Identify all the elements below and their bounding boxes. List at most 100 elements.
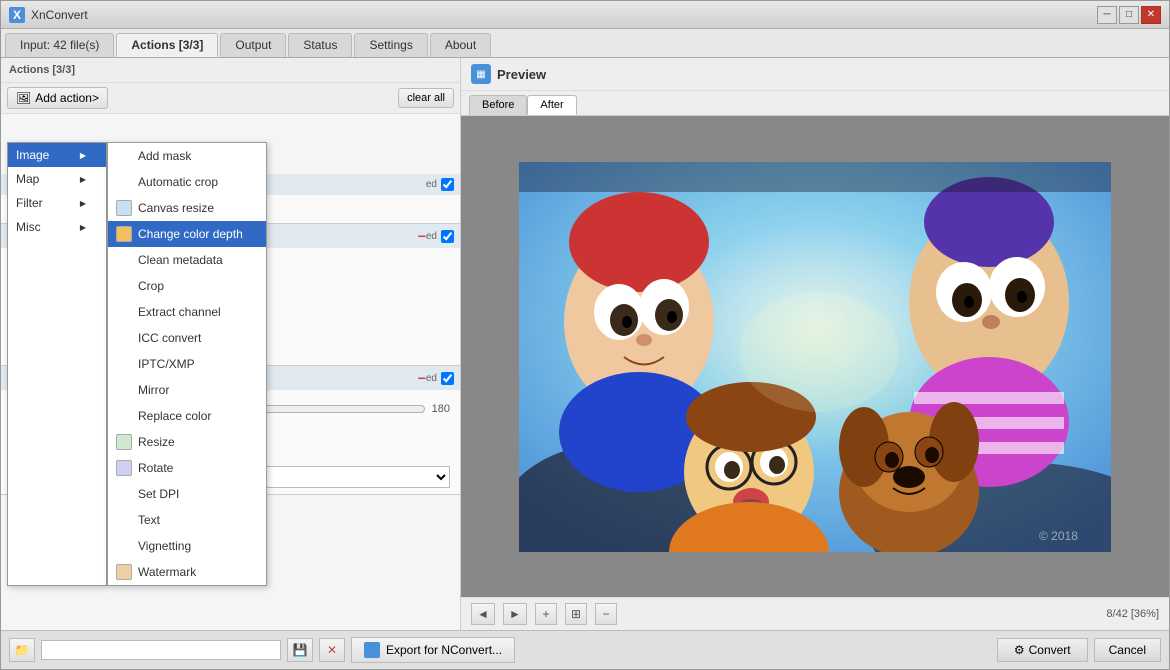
- menu-item-image[interactable]: Image ▶: [8, 143, 106, 167]
- tab-status[interactable]: Status: [288, 33, 352, 57]
- menu-item-map[interactable]: Map ▶: [8, 167, 106, 191]
- prev-image-button[interactable]: ◄: [471, 603, 495, 625]
- export-button[interactable]: Export for NConvert...: [351, 637, 515, 663]
- tab-settings[interactable]: Settings: [354, 33, 427, 57]
- menu-item-vignetting[interactable]: Vignetting: [108, 533, 266, 559]
- rotate-checkbox[interactable]: [441, 372, 454, 385]
- maximize-button[interactable]: □: [1119, 6, 1139, 24]
- svg-text:© 2018: © 2018: [1039, 529, 1078, 543]
- preview-toolbar: ◄ ► + ⊞ − 8/42 [36%]: [461, 597, 1169, 630]
- menu-item-clean-metadata[interactable]: Clean metadata: [108, 247, 266, 273]
- rotate-remove[interactable]: −: [418, 370, 426, 386]
- add-action-button[interactable]: 🖼 Add action>: [7, 87, 108, 109]
- minimize-button[interactable]: ─: [1097, 6, 1117, 24]
- export-label: Export for NConvert...: [386, 643, 502, 657]
- menu-icon-placeholder3: [116, 252, 132, 268]
- menu-item-automatic-crop[interactable]: Automatic crop: [108, 169, 266, 195]
- main-area: Actions [3/3] 🖼 Add action> clear all Im…: [1, 58, 1169, 630]
- preview-icon: ▦: [471, 64, 491, 84]
- menu-item-text[interactable]: Text: [108, 507, 266, 533]
- menu-item-crop[interactable]: Crop: [108, 273, 266, 299]
- preview-tab-before[interactable]: Before: [469, 95, 527, 115]
- menu-icon-placeholder4: [116, 278, 132, 294]
- main-window: X XnConvert ─ □ ✕ Input: 42 file(s) Acti…: [0, 0, 1170, 670]
- menu-item-change-color-depth[interactable]: Change color depth: [108, 221, 266, 247]
- menu-item-misc[interactable]: Misc ▶: [8, 215, 106, 239]
- actions-toolbar: 🖼 Add action> clear all: [1, 83, 460, 114]
- prev-icon: ◄: [477, 607, 489, 621]
- app-icon: X: [9, 7, 25, 23]
- next-icon: ►: [509, 607, 521, 621]
- open-folder-button[interactable]: 📁: [9, 638, 35, 662]
- tab-about[interactable]: About: [430, 33, 491, 57]
- delete-icon: ✕: [327, 643, 337, 657]
- menu-icon-placeholder6: [116, 330, 132, 346]
- tab-actions[interactable]: Actions [3/3]: [116, 33, 218, 57]
- save-icon: 💾: [293, 643, 308, 657]
- convert-icon: ⚙: [1014, 643, 1025, 657]
- preview-info: 8/42 [36%]: [1106, 608, 1159, 620]
- menu-icon-placeholder10: [116, 486, 132, 502]
- preview-tab-after[interactable]: After: [527, 95, 576, 115]
- tab-output[interactable]: Output: [220, 33, 286, 57]
- submenu-arrow-map: ▶: [80, 175, 86, 184]
- right-panel: ▦ Preview Before After: [461, 58, 1169, 630]
- menu-item-mirror[interactable]: Mirror: [108, 377, 266, 403]
- rotate-max-value: 180: [432, 403, 450, 415]
- convert-button[interactable]: ⚙ Convert: [997, 638, 1088, 662]
- menu-icon-placeholder12: [116, 538, 132, 554]
- dropdown-menu: Image ▶ Map ▶ Filter ▶ Misc ▶: [7, 142, 267, 586]
- submenu-arrow-misc: ▶: [80, 223, 86, 232]
- menu-icon-placeholder7: [116, 356, 132, 372]
- close-button[interactable]: ✕: [1141, 6, 1161, 24]
- color-depth-icon: [116, 226, 132, 242]
- zoom-in-icon: +: [542, 607, 549, 621]
- clean-metadata-enabled: ed: [426, 230, 454, 243]
- rotate-enabled: ed: [426, 372, 454, 385]
- dropdown-level1: Image ▶ Map ▶ Filter ▶ Misc ▶: [7, 142, 107, 586]
- menu-item-filter[interactable]: Filter ▶: [8, 191, 106, 215]
- automati-checkbox[interactable]: [441, 178, 454, 191]
- zoom-in-button[interactable]: +: [535, 603, 557, 625]
- watermark-icon: [116, 564, 132, 580]
- clear-all-button[interactable]: clear all: [398, 88, 454, 108]
- dropdown-level2: Add mask Automatic crop Canvas resize Ch…: [107, 142, 267, 586]
- menu-item-canvas-resize[interactable]: Canvas resize: [108, 195, 266, 221]
- preview-image: © 2018: [519, 162, 1111, 552]
- resize-icon: [116, 434, 132, 450]
- menu-icon-placeholder5: [116, 304, 132, 320]
- path-input[interactable]: [41, 640, 281, 660]
- menu-icon-placeholder8: [116, 382, 132, 398]
- menu-item-iptc-xmp[interactable]: IPTC/XMP: [108, 351, 266, 377]
- clean-metadata-checkbox[interactable]: [441, 230, 454, 243]
- zoom-out-icon: −: [602, 607, 609, 621]
- zoom-fit-icon: ⊞: [571, 607, 581, 621]
- submenu-arrow-image: ▶: [80, 151, 86, 160]
- menu-item-icc-convert[interactable]: ICC convert: [108, 325, 266, 351]
- clean-metadata-remove[interactable]: −: [418, 228, 426, 244]
- title-bar-controls: ─ □ ✕: [1097, 6, 1161, 24]
- convert-label: Convert: [1029, 643, 1071, 657]
- title-bar: X XnConvert ─ □ ✕: [1, 1, 1169, 29]
- zoom-out-button[interactable]: −: [595, 603, 617, 625]
- export-icon: [364, 642, 380, 658]
- next-image-button[interactable]: ►: [503, 603, 527, 625]
- automati-enabled: ed: [426, 178, 454, 191]
- menu-item-rotate[interactable]: Rotate: [108, 455, 266, 481]
- save-button[interactable]: 💾: [287, 638, 313, 662]
- zoom-fit-button[interactable]: ⊞: [565, 603, 587, 625]
- delete-button[interactable]: ✕: [319, 638, 345, 662]
- folder-icon: 📁: [15, 643, 30, 657]
- menu-item-replace-color[interactable]: Replace color: [108, 403, 266, 429]
- cancel-button[interactable]: Cancel: [1094, 638, 1161, 662]
- menu-item-resize[interactable]: Resize: [108, 429, 266, 455]
- menu-item-extract-channel[interactable]: Extract channel: [108, 299, 266, 325]
- tab-input[interactable]: Input: 42 file(s): [5, 33, 114, 57]
- panel-header: Actions [3/3]: [1, 58, 460, 83]
- menu-item-set-dpi[interactable]: Set DPI: [108, 481, 266, 507]
- menu-icon-placeholder11: [116, 512, 132, 528]
- menu-item-add-mask[interactable]: Add mask: [108, 143, 266, 169]
- menu-icon-placeholder2: [116, 174, 132, 190]
- menu-icon-placeholder: [116, 148, 132, 164]
- menu-item-watermark[interactable]: Watermark: [108, 559, 266, 585]
